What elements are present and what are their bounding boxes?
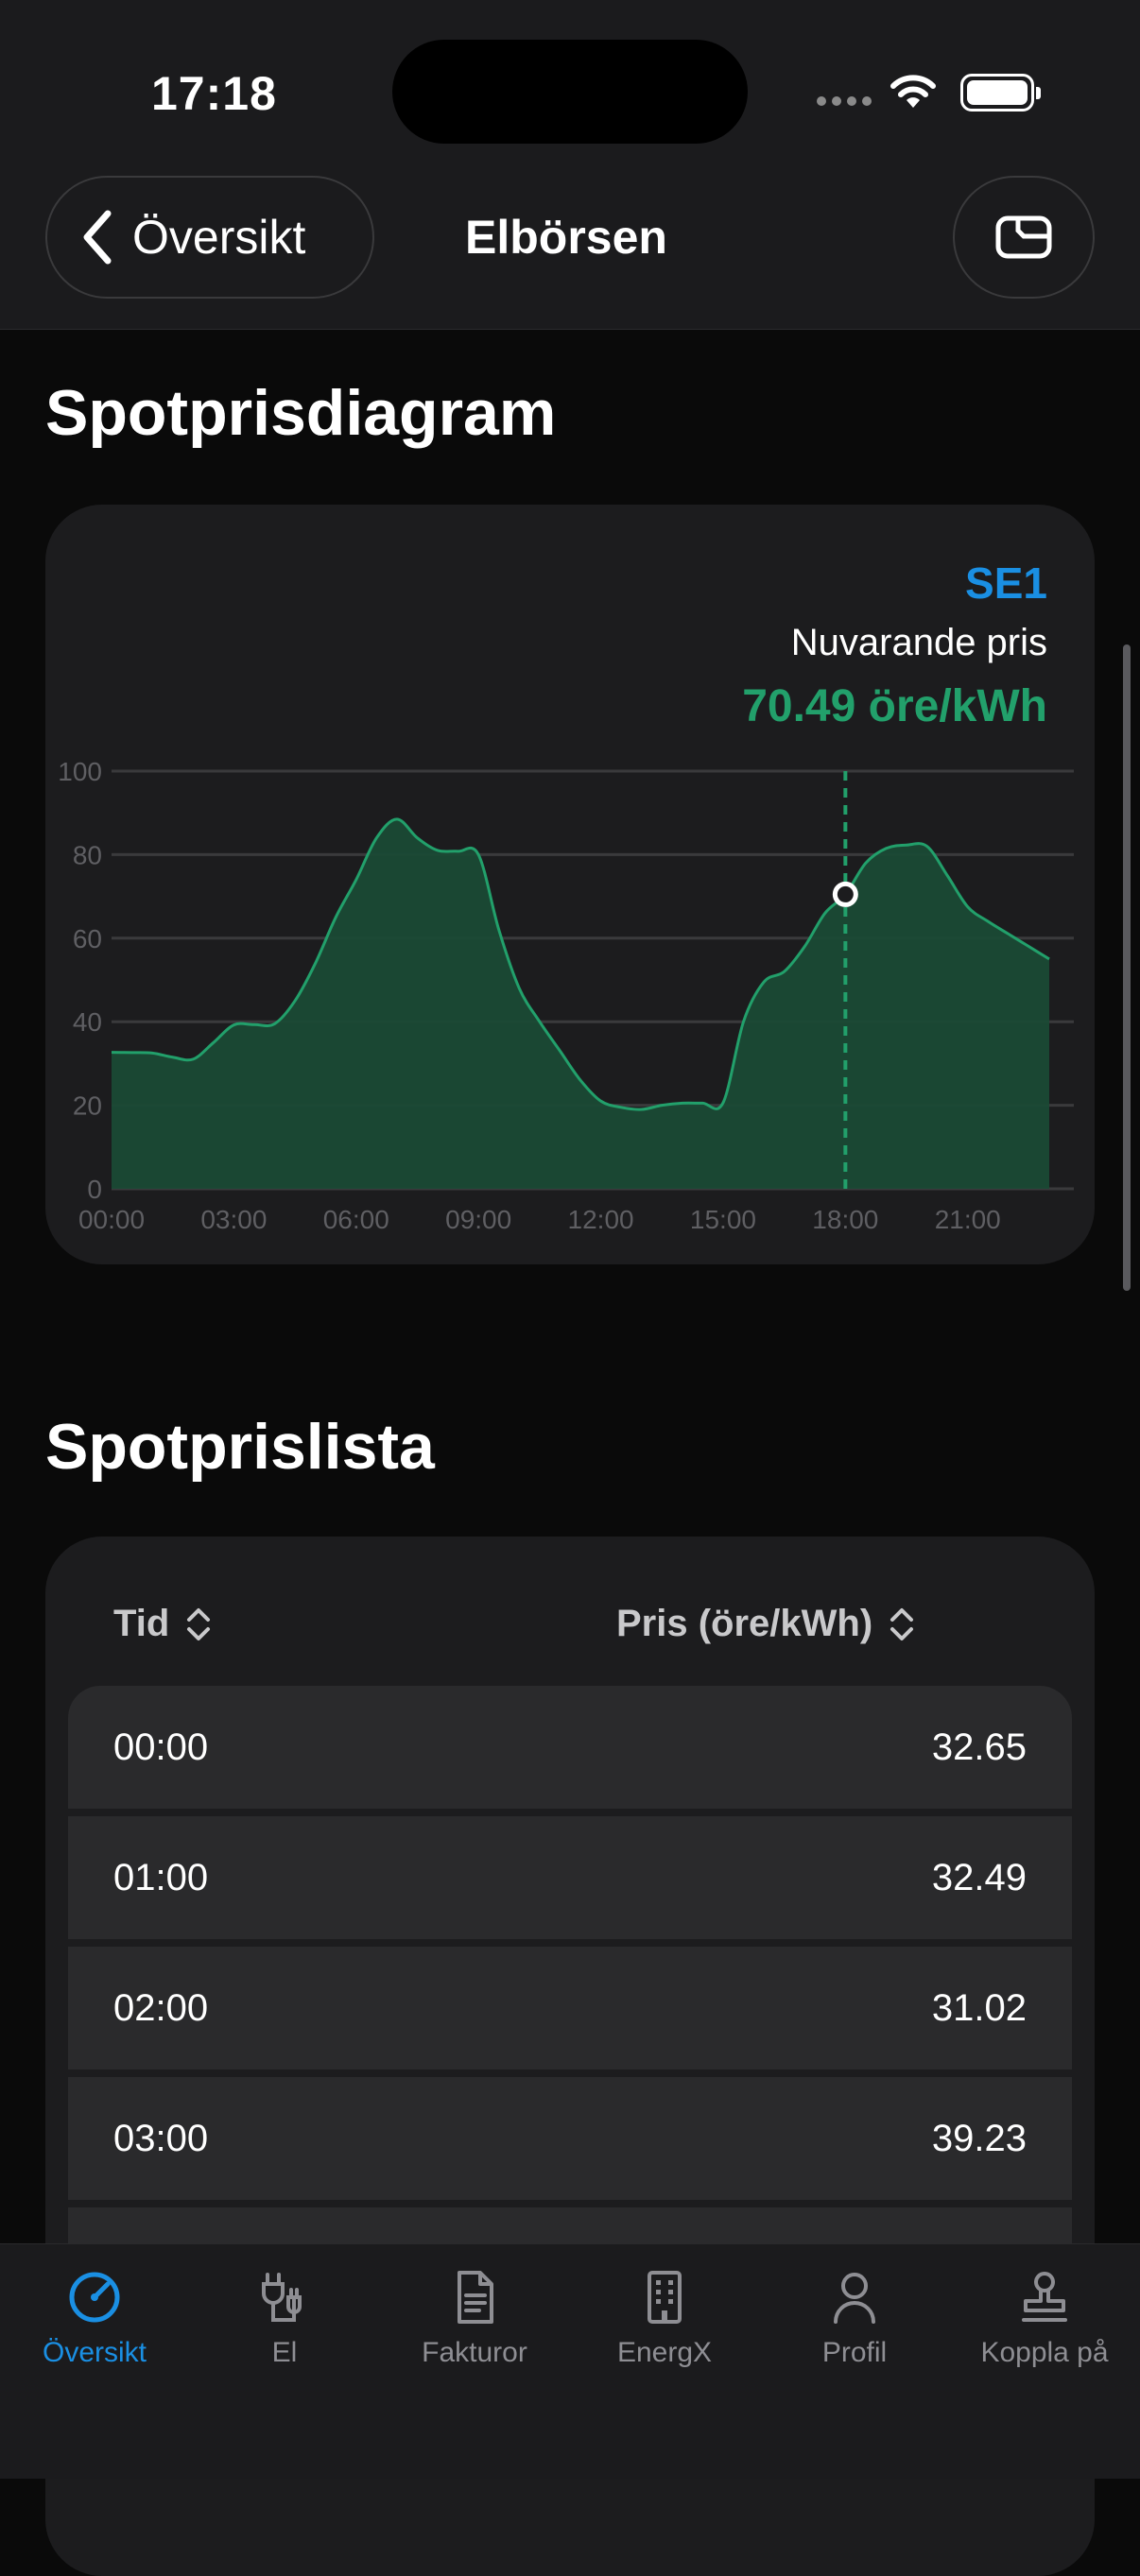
time-column-label: Tid	[113, 1603, 170, 1644]
row-time: 00:00	[113, 1726, 209, 1768]
building-icon	[648, 2271, 682, 2324]
tab-label: Fakturor	[422, 2337, 527, 2368]
y-tick-label: 20	[73, 1091, 102, 1121]
tab-energx[interactable]: EnergX	[570, 2269, 759, 2369]
tab-label: EnergX	[616, 2337, 713, 2368]
status-time: 17:18	[151, 67, 277, 120]
row-time: 02:00	[113, 1986, 209, 2029]
price-area	[112, 818, 1049, 1189]
sort-icon	[187, 1607, 211, 1640]
plug-icon	[262, 2273, 302, 2322]
row-price: 31.02	[931, 1986, 1027, 2029]
price-column-label: Pris (öre/kWh)	[616, 1603, 873, 1644]
sort-price-header[interactable]: Pris (öre/kWh)	[616, 1603, 916, 1645]
x-tick-label: 12:00	[568, 1205, 634, 1234]
row-price: 32.49	[931, 1856, 1027, 1898]
tab-label: El	[271, 2337, 298, 2368]
tab-koppla-pa[interactable]: Koppla på	[950, 2269, 1139, 2369]
table-row[interactable]: 02:00 31.02	[68, 1947, 1072, 2069]
list-section-title: Spotprislista	[45, 1411, 435, 1483]
spot-price-chart-card: SE1 Nuvarande pris 70.49 öre/kWh 0 20 40 60…	[45, 505, 1095, 1264]
x-tick-label: 09:00	[445, 1205, 511, 1234]
stamp-icon	[1022, 2272, 1067, 2322]
tab-label: Koppla på	[980, 2337, 1109, 2368]
y-tick-label: 60	[73, 924, 102, 953]
y-tick-label: 40	[73, 1007, 102, 1037]
wifi-icon	[890, 75, 936, 108]
x-tick-label: 15:00	[690, 1205, 756, 1234]
tab-label: Översikt	[42, 2337, 147, 2368]
table-row[interactable]: 01:00 32.49	[68, 1816, 1072, 1939]
tab-profil[interactable]: Profil	[760, 2269, 949, 2369]
scrollbar[interactable]	[1123, 644, 1131, 1291]
x-tick-label: 00:00	[78, 1205, 145, 1234]
x-tick-label: 18:00	[812, 1205, 878, 1234]
row-time: 01:00	[113, 1856, 209, 1898]
y-tick-label: 80	[73, 840, 102, 869]
table-row[interactable]: 00:00 32.65	[68, 1686, 1072, 1809]
person-icon	[834, 2273, 875, 2324]
current-price-point	[832, 881, 858, 907]
bottom-tab-bar: Översikt El Fakturor EnergX Profil Koppl…	[0, 2243, 1140, 2479]
gauge-icon	[69, 2272, 120, 2323]
y-tick-label: 0	[87, 1175, 102, 1204]
cellular-signal-icon	[817, 96, 872, 106]
row-price: 32.65	[931, 1726, 1027, 1768]
tab-el[interactable]: El	[190, 2269, 379, 2369]
sort-icon	[890, 1607, 914, 1640]
spot-price-chart[interactable]: 0 20 40 60 80 100 00:00 03:00 06:00 09:00 12:00 15…	[45, 505, 1095, 1264]
sort-time-header[interactable]: Tid	[113, 1603, 213, 1645]
battery-icon	[960, 74, 1041, 112]
wallet-icon	[995, 215, 1052, 259]
tab-oversikt[interactable]: Översikt	[0, 2269, 189, 2369]
row-time: 03:00	[113, 2117, 209, 2159]
tab-label: Profil	[821, 2337, 888, 2368]
y-tick-label: 100	[58, 757, 102, 786]
table-row[interactable]: 03:00 39.23	[68, 2077, 1072, 2200]
row-price: 39.23	[931, 2117, 1027, 2159]
x-tick-label: 21:00	[935, 1205, 1001, 1234]
x-tick-label: 06:00	[323, 1205, 389, 1234]
tab-fakturor[interactable]: Fakturor	[380, 2269, 569, 2369]
dynamic-island	[392, 40, 748, 144]
x-tick-label: 03:00	[200, 1205, 267, 1234]
chart-section-title: Spotprisdiagram	[45, 377, 557, 449]
wallet-button[interactable]	[953, 176, 1095, 299]
document-icon	[458, 2271, 493, 2324]
